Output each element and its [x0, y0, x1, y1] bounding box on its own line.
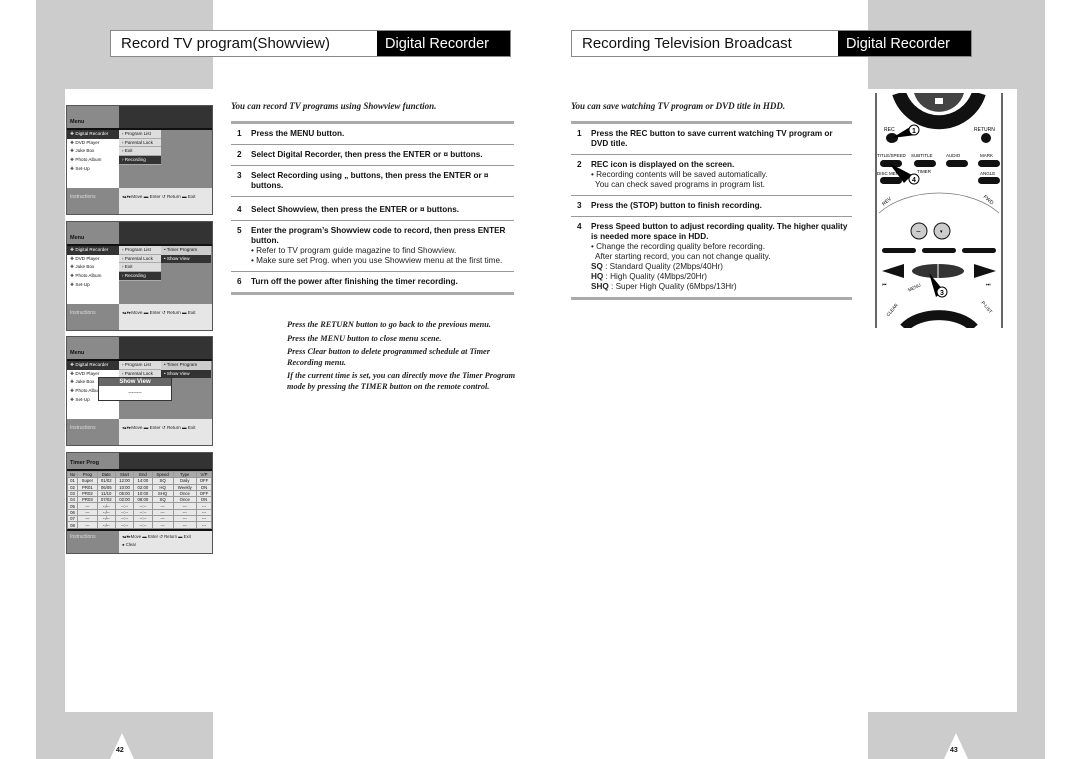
svg-text:ANGLE: ANGLE [980, 171, 995, 176]
osd-timer-program: Timer Prog No Prog Date Start End Speed Type V/… [66, 452, 213, 554]
left-intro: You can record TV programs using Showvie… [231, 101, 437, 111]
page-number-tab-right [944, 733, 968, 759]
left-steps: 1 Press the MENU button. 2 Select Digital … [231, 121, 514, 295]
tip-text: If the current time is set, you can dire… [287, 371, 516, 391]
remote-control-illustration: REC RETURN 1 TITLE/SPEED SUBTITLE AUDIO MAR… [874, 90, 1004, 332]
quality-item: SHQ : Super High Quality (6Mbps/13Hr) [591, 282, 737, 291]
svg-text:RETURN: RETURN [974, 127, 995, 133]
svg-text:3: 3 [940, 290, 944, 297]
osd-subitem: › Exit [119, 147, 161, 157]
timer-cell: --:-- [114, 521, 135, 529]
tip-text: Press the MENU button to close menu scen… [287, 333, 442, 343]
timer-cell: --- [172, 521, 197, 529]
svg-text:TIMER: TIMER [917, 169, 932, 174]
timer-cell: --- [151, 521, 174, 529]
svg-text:4: 4 [912, 177, 916, 184]
svg-text:⏭: ⏭ [986, 282, 991, 288]
step-item: 4 Press Speed button to adjust recording … [571, 217, 852, 300]
timer-row: 08 --- --/-- --:-- --:-- --- --- --- [66, 521, 213, 529]
timer-cell: 08 [66, 521, 79, 529]
right-steps: 1 Press the REC button to save current wa… [571, 121, 852, 300]
page-number-right: 43 [950, 747, 958, 754]
step-item: 2 REC icon is displayed on the screen. • R… [571, 155, 852, 196]
tip-text: Press the RETURN button to go back to th… [287, 320, 491, 329]
timer-row: 02 PR01 06/05 10:00 02:00 HQ Weekly ON [66, 483, 213, 491]
step-item: 1 Press the MENU button. [231, 124, 514, 145]
osd-subitem: › Parental Lock [119, 138, 161, 148]
osd-item: ❖ Set-Up [70, 165, 90, 171]
right-section-tag: Digital Recorder [838, 31, 971, 56]
right-page-header: Recording Television Broadcast Digital R… [571, 30, 972, 57]
osd-menu-showview: Menu ❖ Digital Recorder ❖ DVD Player ❖ J… [66, 221, 213, 331]
svg-text:TITLE/SPEED: TITLE/SPEED [877, 153, 907, 158]
showview-popup: Show View -------- [98, 377, 172, 401]
svg-text:REV: REV [881, 196, 893, 208]
timer-row: 03 PR02 11/10 05:00 10:00 SHQ Once OFF [66, 489, 213, 498]
osd-subitem: › Recording [119, 156, 161, 165]
step-item: 3 Select Recording using „ buttons, then … [231, 166, 514, 197]
step-item: 3 Press the (STOP) button to finish recor… [571, 196, 852, 217]
left-page-title: Record TV program(Showview) [121, 35, 330, 52]
svg-text:CLEAR: CLEAR [885, 302, 899, 317]
quality-item: HQ : High Quality (4Mbps/20Hr) [591, 272, 708, 281]
svg-text:FWD: FWD [982, 194, 995, 206]
timer-cell: --/-- [96, 521, 116, 529]
osd-subitem: › Program List [119, 130, 161, 139]
svg-text:AUDIO: AUDIO [946, 153, 961, 158]
timer-cell: --- [77, 521, 98, 529]
svg-text:−: − [916, 227, 921, 236]
timer-cell: --:-- [133, 521, 153, 529]
svg-text:REC: REC [884, 127, 895, 133]
svg-text:MARK: MARK [980, 153, 993, 158]
page-number-tab-left [110, 733, 134, 759]
right-side-band [1017, 0, 1045, 759]
osd-menu-showview-popup: Menu ❖ Digital Recorder ❖ DVD Player ❖ J… [66, 336, 213, 446]
step-item: 5 Enter the program’s Showview code to re… [231, 221, 514, 272]
left-section-tag: Digital Recorder [377, 31, 510, 56]
step-item: 4 Select Showview, then press the ENTER o… [231, 197, 514, 221]
page-number-left: 42 [116, 747, 124, 754]
tip-text: Press Clear button to delete programmed … [287, 347, 490, 367]
svg-text:1: 1 [912, 128, 916, 135]
osd-item: ❖ Digital Recorder [67, 130, 119, 139]
left-tips: Press the RETURN button to go back to th… [287, 320, 517, 395]
step-item: 2 Select Digital Recorder, then press the… [231, 145, 514, 166]
left-page-header: Record TV program(Showview) Digital Reco… [110, 30, 511, 57]
svg-text:SUBTITLE: SUBTITLE [911, 153, 933, 158]
quality-item: SQ : Standard Quality (2Mbps/40Hr) [591, 262, 723, 271]
left-side-band [36, 0, 65, 759]
osd-item: ❖ Juke Box [70, 148, 95, 154]
svg-text:MENU: MENU [907, 282, 921, 292]
svg-text:⏮: ⏮ [882, 282, 887, 288]
timer-table: No Prog Date Start End Speed Type V/P 01 Super 01… [66, 470, 213, 529]
osd-item: ❖ Photo Album [70, 157, 102, 163]
step-item: 1 Press the REC button to save current wa… [571, 124, 852, 155]
right-intro: You can save watching TV program or DVD … [571, 101, 786, 111]
showview-code-field: -------- [128, 390, 142, 396]
osd-menu-recording: Menu ❖ Digital Recorder ❖ DVD Player ❖ J… [66, 105, 213, 215]
step-item: 6 Turn off the power after finishing the … [231, 272, 514, 295]
svg-text:P-LIST: P-LIST [980, 300, 993, 314]
timer-cell: --- [195, 521, 213, 529]
right-page-title: Recording Television Broadcast [582, 35, 792, 52]
osd-item: ❖ DVD Player [70, 139, 100, 145]
